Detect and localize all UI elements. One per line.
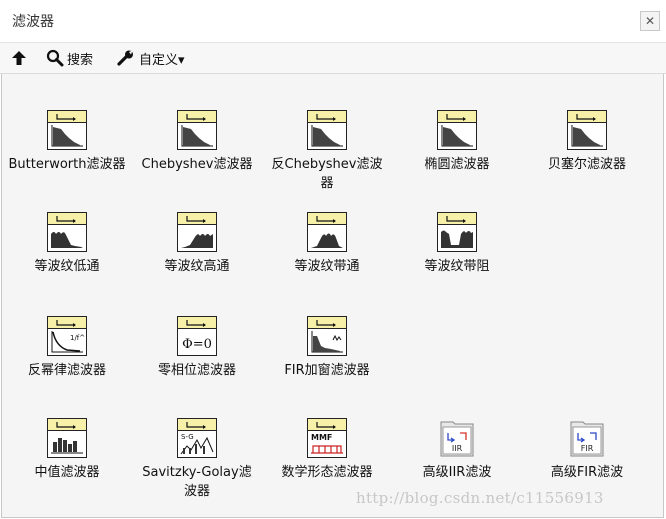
equiripple-bandpass-icon [267, 212, 387, 252]
palette-item[interactable]: S-G Savitzky-Golay滤波器 [137, 418, 257, 501]
equiripple-highpass-icon [137, 212, 257, 252]
palette-item[interactable]: 等波纹高通 [137, 212, 257, 276]
palette-item[interactable]: Φ=0 零相位滤波器 [137, 316, 257, 380]
inverse-power-law-filter-icon: 1/f^ [7, 316, 127, 356]
palette-item-label: Chebyshev滤波器 [141, 157, 253, 172]
search-button[interactable]: 搜索 [46, 47, 93, 69]
butterworth-filter-icon [7, 110, 127, 150]
median-filter-icon [7, 418, 127, 458]
svg-text:1/f^: 1/f^ [70, 334, 85, 342]
morphological-filter-icon: MMF [267, 418, 387, 458]
customize-label: 自定义▾ [139, 52, 185, 68]
palette-item[interactable]: 中值滤波器 [7, 418, 127, 482]
fir-windowed-filter-icon [267, 316, 387, 356]
palette-item[interactable]: 等波纹低通 [7, 212, 127, 276]
window-title: 滤波器 [12, 14, 54, 30]
up-level-button[interactable] [10, 47, 28, 69]
palette-item[interactable]: 椭圆滤波器 [397, 110, 517, 174]
chebyshev-filter-icon [137, 110, 257, 150]
palette-item-label: 数学形态滤波器 [281, 465, 373, 480]
search-label: 搜索 [67, 52, 94, 68]
svg-text:Φ=0: Φ=0 [182, 337, 212, 352]
zero-phase-filter-icon: Φ=0 [137, 316, 257, 356]
palette-item-label: FIR加窗滤波器 [284, 363, 370, 378]
palette-item[interactable]: 反Chebyshev滤波器 [267, 110, 387, 193]
equiripple-bandstop-icon [397, 212, 517, 252]
title-bar: 滤波器 ✕ [0, 0, 666, 43]
advanced-fir-folder-icon: FIR [527, 418, 647, 458]
wrench-icon [116, 49, 136, 67]
palette-item-label: 反Chebyshev滤波器 [271, 157, 383, 191]
palette-item-label: 等波纹低通 [34, 259, 100, 274]
palette-item[interactable]: FIR 高级FIR滤波 [527, 418, 647, 482]
elliptic-filter-icon [397, 110, 517, 150]
search-icon [46, 49, 64, 67]
svg-text:MMF: MMF [311, 433, 332, 442]
palette-item[interactable]: FIR加窗滤波器 [267, 316, 387, 380]
svg-text:FIR: FIR [581, 444, 594, 453]
palette-item[interactable]: 贝塞尔滤波器 [527, 110, 647, 174]
customize-button[interactable]: 自定义▾ [116, 47, 185, 69]
savitzky-golay-filter-icon: S-G [137, 418, 257, 458]
palette-item-label: 中值滤波器 [34, 465, 100, 480]
up-arrow-icon [10, 49, 28, 67]
palette-item[interactable]: Chebyshev滤波器 [137, 110, 257, 174]
palette-item[interactable]: 等波纹带通 [267, 212, 387, 276]
palette-item[interactable]: Butterworth滤波器 [7, 110, 127, 174]
toolbar: 搜索 自定义▾ [0, 43, 666, 74]
function-palette: Butterworth滤波器 Chebyshev滤波器 反Chebyshev滤波… [1, 74, 664, 518]
close-button[interactable]: ✕ [640, 11, 660, 31]
inverse-chebyshev-filter-icon [267, 110, 387, 150]
palette-item-label: 椭圆滤波器 [424, 157, 490, 172]
palette-item[interactable]: 1/f^ 反幂律滤波器 [7, 316, 127, 380]
palette-item[interactable]: 等波纹带阻 [397, 212, 517, 276]
palette-item-label: 等波纹带通 [294, 259, 360, 274]
svg-text:S-G: S-G [181, 433, 194, 441]
palette-item-label: 等波纹高通 [164, 259, 230, 274]
palette-item[interactable]: IIR 高级IIR滤波 [397, 418, 517, 482]
close-icon: ✕ [644, 14, 656, 28]
watermark-text: http://blog.csdn.net/c11556913 [356, 489, 604, 507]
equiripple-lowpass-icon [7, 212, 127, 252]
svg-text:IIR: IIR [452, 444, 463, 453]
palette-item-label: Savitzky-Golay滤波器 [142, 465, 252, 499]
palette-item-label: 零相位滤波器 [157, 363, 236, 378]
palette-item-label: 等波纹带阻 [424, 259, 490, 274]
palette-item-label: Butterworth滤波器 [8, 157, 126, 172]
palette-item-label: 贝塞尔滤波器 [547, 157, 626, 172]
palette-item-label: 高级IIR滤波 [422, 465, 492, 480]
palette-item[interactable]: MMF 数学形态滤波器 [267, 418, 387, 482]
palette-item-label: 反幂律滤波器 [27, 363, 106, 378]
palette-item-label: 高级FIR滤波 [550, 465, 624, 480]
bessel-filter-icon [527, 110, 647, 150]
advanced-iir-folder-icon: IIR [397, 418, 517, 458]
